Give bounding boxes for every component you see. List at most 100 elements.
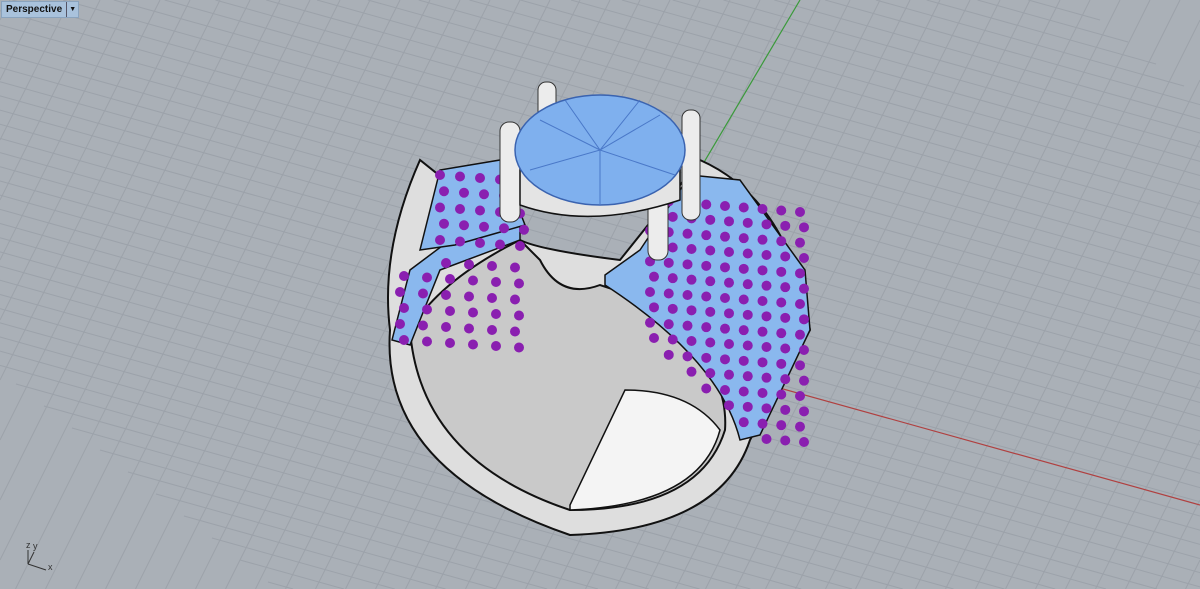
grid-line xyxy=(1125,439,1200,589)
pave-stone xyxy=(464,291,474,302)
pave-stone xyxy=(686,244,697,254)
pave-stone xyxy=(445,338,455,348)
z-axis-label: z xyxy=(26,540,31,550)
pave-stone xyxy=(663,319,674,330)
pave-stone xyxy=(667,211,678,222)
triangle-down-icon[interactable]: ▼ xyxy=(66,2,78,17)
grid-line xyxy=(1065,319,1200,589)
pave-stone xyxy=(686,305,697,316)
pave-stone xyxy=(742,340,753,351)
pave-stone xyxy=(705,337,716,348)
pave-stone xyxy=(799,375,809,386)
pave-stone xyxy=(795,360,805,371)
viewport-tab[interactable]: Perspective ▼ xyxy=(1,1,80,18)
pave-stone xyxy=(742,217,753,228)
pave-stone xyxy=(399,303,409,313)
pave-stone xyxy=(705,368,716,379)
pave-stone xyxy=(649,271,659,282)
pave-stone xyxy=(705,245,716,256)
pave-stone xyxy=(780,220,791,231)
pave-stone xyxy=(780,435,791,446)
perspective-viewport[interactable] xyxy=(0,0,1200,589)
pave-stone xyxy=(761,372,772,383)
pave-stone xyxy=(475,238,485,248)
pave-stone xyxy=(780,374,791,385)
pave-stone xyxy=(435,202,445,213)
grid-line xyxy=(0,0,221,441)
pave-stone xyxy=(491,341,501,351)
pave-stone xyxy=(738,233,749,244)
pave-stone xyxy=(738,263,749,274)
pave-stone xyxy=(667,303,678,314)
prong xyxy=(681,109,701,221)
pave-stone xyxy=(738,386,749,397)
pave-stone xyxy=(799,314,809,325)
pave-stone xyxy=(720,262,730,273)
pave-stone xyxy=(742,248,753,259)
pave-stone xyxy=(757,204,768,214)
pave-stone xyxy=(441,258,451,268)
pave-stone xyxy=(724,216,734,227)
pave-stone xyxy=(705,306,716,317)
pave-stone xyxy=(761,219,772,230)
pave-stone xyxy=(776,420,787,431)
pave-stone xyxy=(776,328,787,339)
pave-stone xyxy=(701,383,712,394)
pave-stone xyxy=(720,354,730,365)
pave-stone xyxy=(701,352,712,363)
pave-stone xyxy=(705,214,716,225)
pave-stone xyxy=(422,304,432,315)
pave-stone xyxy=(464,259,474,270)
pave-stone xyxy=(663,288,674,299)
pave-stone xyxy=(795,391,805,401)
pave-stone xyxy=(663,349,674,360)
pave-stone xyxy=(738,202,749,213)
pave-stone xyxy=(445,274,455,284)
pave-stone xyxy=(742,401,753,412)
pave-stone xyxy=(459,187,469,198)
pave-stone xyxy=(738,355,749,366)
pave-stone xyxy=(422,272,432,283)
grid-line xyxy=(945,79,1200,589)
viewport-title[interactable]: Perspective xyxy=(2,4,66,15)
pave-stone xyxy=(720,231,730,242)
pave-stone xyxy=(720,385,730,395)
pave-stone xyxy=(487,325,497,335)
pave-stone xyxy=(724,277,734,288)
pave-stone xyxy=(701,199,712,210)
pave-stone xyxy=(645,287,655,297)
grid-line xyxy=(926,0,1157,65)
y-axis-label: y xyxy=(33,541,38,551)
pave-stone xyxy=(776,297,787,308)
grid-line xyxy=(0,0,281,561)
pave-stone xyxy=(459,220,469,231)
pave-stone xyxy=(799,222,809,233)
pave-stone xyxy=(757,296,768,306)
pave-stone xyxy=(435,170,445,180)
pave-stone xyxy=(701,260,712,271)
grid-line xyxy=(855,0,1151,589)
pave-stone xyxy=(761,280,772,291)
pave-stone xyxy=(720,323,730,334)
pave-stone xyxy=(780,404,791,415)
pave-stone xyxy=(455,204,465,214)
pave-stone xyxy=(724,400,734,411)
grid-line xyxy=(267,581,294,589)
pave-stone xyxy=(663,257,674,268)
pave-stone xyxy=(780,312,791,323)
pave-stone xyxy=(475,205,485,216)
pave-stone xyxy=(757,265,768,276)
grid-line xyxy=(825,0,1121,589)
pave-stone xyxy=(395,319,405,329)
grid-line xyxy=(824,0,1200,106)
grid-line xyxy=(1035,259,1200,589)
pave-stone xyxy=(761,250,772,260)
ring-model[interactable] xyxy=(387,81,812,537)
grid-line xyxy=(875,0,1185,87)
pave-stone xyxy=(464,323,474,334)
pave-stone xyxy=(799,253,809,263)
grid-line xyxy=(1155,499,1200,589)
pave-stone xyxy=(510,294,520,305)
pave-stone xyxy=(742,371,753,382)
pave-stone xyxy=(487,261,497,271)
